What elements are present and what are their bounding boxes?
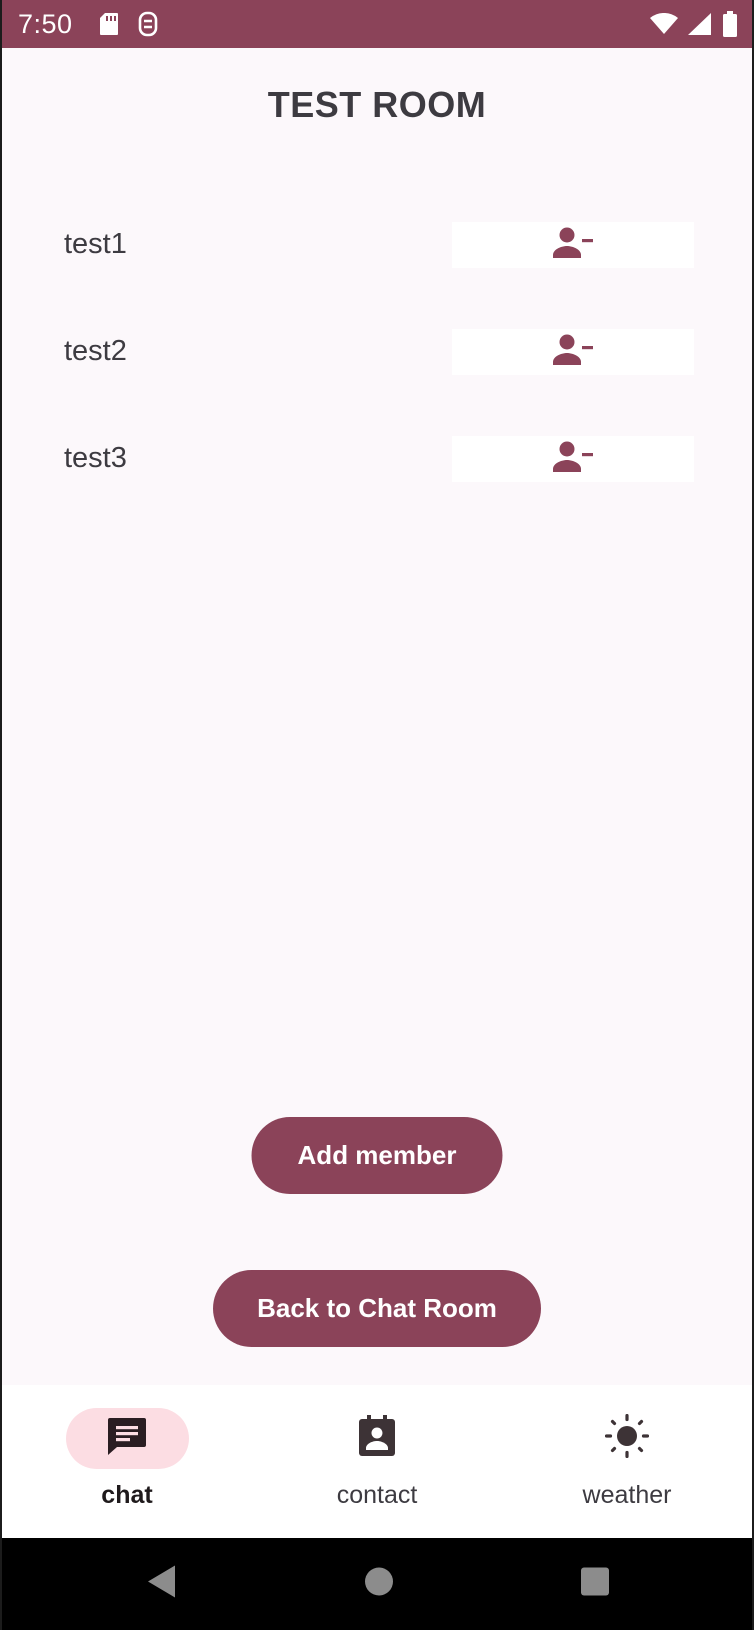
app-screen: 7:50 TEST ROOM test1 test2 test3 Add mem… — [0, 0, 754, 1630]
contact-icon — [358, 1415, 396, 1462]
member-name: test1 — [64, 228, 127, 260]
back-triangle-icon[interactable] — [147, 1565, 177, 1604]
nav-item-contact[interactable]: contact — [252, 1385, 502, 1538]
nav-active-indicator — [65, 1408, 189, 1469]
member-row: test1 — [2, 222, 752, 329]
remove-member-button[interactable] — [452, 329, 694, 375]
home-circle-icon[interactable] — [364, 1567, 394, 1602]
member-row: test3 — [2, 436, 752, 543]
nav-indicator — [316, 1408, 439, 1469]
status-bar: 7:50 — [2, 0, 752, 48]
nav-item-weather[interactable]: weather — [502, 1385, 752, 1538]
member-row: test2 — [2, 329, 752, 436]
person-remove-icon — [552, 334, 594, 371]
status-time: 7:50 — [18, 8, 73, 39]
status-notification-icons — [99, 11, 159, 37]
nav-item-chat[interactable]: chat — [2, 1385, 252, 1538]
page-title: TEST ROOM — [267, 84, 487, 125]
remove-member-button[interactable] — [452, 436, 694, 482]
back-to-chat-room-button[interactable]: Back to Chat Room — [213, 1270, 541, 1347]
member-list: test1 test2 test3 — [2, 222, 752, 543]
nav-label: weather — [582, 1481, 672, 1509]
system-navigation-bar — [2, 1538, 752, 1630]
add-member-button[interactable]: Add member — [251, 1117, 503, 1194]
member-name: test3 — [64, 442, 127, 474]
nav-indicator — [566, 1408, 689, 1469]
status-system-icons — [650, 11, 738, 37]
member-name: test2 — [64, 335, 127, 367]
recents-square-icon[interactable] — [581, 1567, 609, 1601]
person-remove-icon — [552, 441, 594, 478]
cell-signal-icon — [688, 13, 712, 35]
remove-member-button[interactable] — [452, 222, 694, 268]
battery-icon — [722, 11, 738, 37]
sun-icon — [604, 1413, 650, 1463]
wifi-icon — [650, 13, 678, 35]
bottom-navigation: chat contact weather — [2, 1385, 752, 1538]
chat-icon — [106, 1416, 148, 1461]
person-remove-icon — [552, 227, 594, 264]
vpn-key-icon — [137, 11, 159, 37]
nav-label: chat — [101, 1481, 153, 1509]
nav-label: contact — [336, 1481, 418, 1509]
sd-card-icon — [99, 12, 119, 36]
